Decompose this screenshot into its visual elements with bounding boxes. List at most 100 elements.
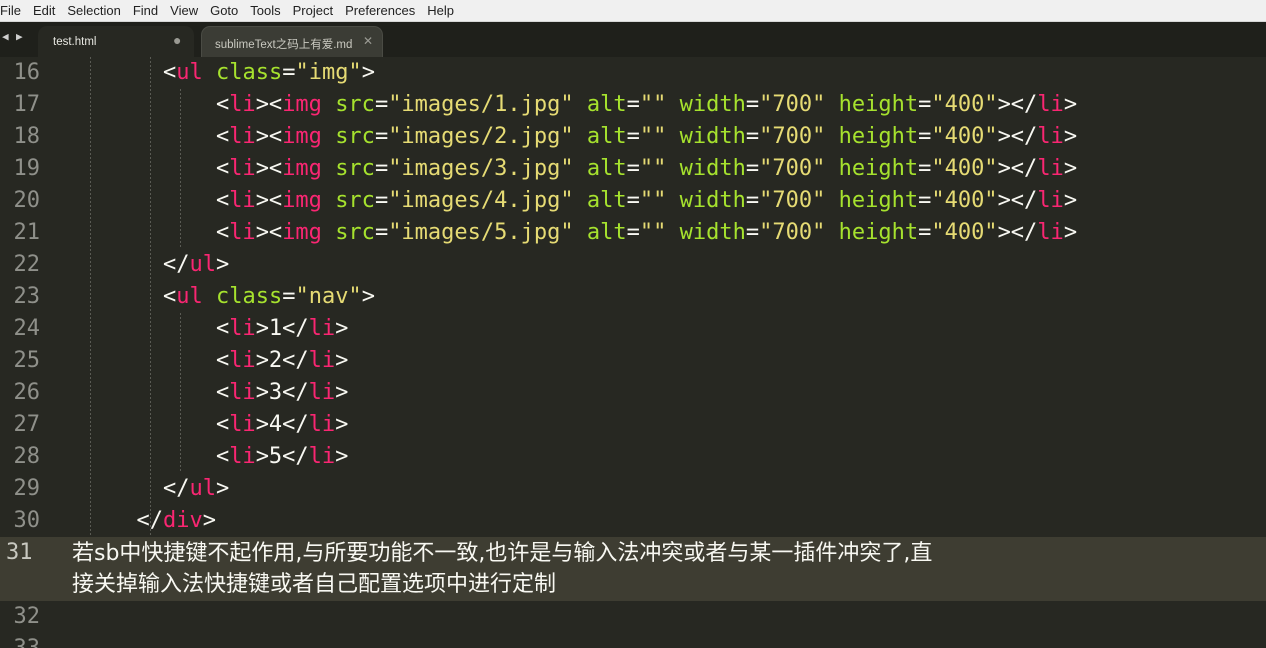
punct-token: </ (57, 508, 163, 533)
punct-token: = (745, 124, 760, 149)
tag-token: li (229, 220, 256, 245)
string-token: "img" (295, 60, 362, 85)
tag-token: img (282, 156, 322, 181)
code-line-31-a[interactable]: 若sb中快捷键不起作用,与所要功能不一致,也许是与输入法冲突或者与某一插件冲突了… (72, 538, 1262, 569)
punct-token: = (918, 156, 932, 181)
punct-token: = (374, 92, 389, 117)
tag-token: li (229, 348, 256, 373)
attr-token: alt (586, 188, 627, 213)
code-line[interactable]: </ul> (57, 249, 229, 281)
line-number: 29 (13, 476, 41, 501)
attr-token: alt (586, 92, 627, 117)
line-number: 28 (13, 444, 41, 469)
code-line[interactable]: <li>4</li> (57, 409, 348, 441)
code-line[interactable]: <li><img src="images/5.jpg" alt="" width… (57, 217, 1077, 249)
tab-label: test.html (53, 36, 97, 48)
string-token: "400" (931, 124, 998, 149)
punct-token (666, 156, 679, 181)
punct-token: = (745, 220, 760, 245)
string-token: "" (639, 220, 667, 245)
code-line[interactable]: <li>2</li> (57, 345, 348, 377)
punct-token: > (335, 316, 349, 341)
menu-item-view[interactable]: View (164, 0, 204, 21)
punct-token: > (335, 348, 349, 373)
menu-item-find[interactable]: Find (127, 0, 164, 21)
editor-area[interactable]: 161718192021222324252627282930313233 <ul… (0, 57, 1266, 648)
menu-item-preferences[interactable]: Preferences (339, 0, 421, 21)
tag-token: li (1037, 156, 1064, 181)
tag-token: li (308, 316, 336, 341)
tag-token: li (229, 124, 256, 149)
string-token: "700" (759, 124, 826, 149)
punct-token: ></ (997, 92, 1038, 117)
punct-token: = (626, 188, 640, 213)
menu-item-file[interactable]: File (0, 0, 27, 21)
code-line[interactable]: <li>1</li> (57, 313, 348, 345)
code-line[interactable]: <li><img src="images/2.jpg" alt="" width… (57, 121, 1077, 153)
tag-token: li (229, 444, 256, 469)
punct-token: > (1063, 92, 1078, 117)
string-token: "400" (931, 188, 998, 213)
attr-token: alt (586, 156, 627, 181)
code-line[interactable]: <ul class="img"> (57, 57, 375, 89)
code-line[interactable]: </div> (57, 505, 216, 537)
punct-token: < (57, 380, 230, 405)
punct-token (322, 156, 335, 181)
tag-token: img (282, 188, 322, 213)
punct-token: > (361, 60, 375, 85)
line-number: 20 (13, 188, 41, 213)
tab-sublimetext-md[interactable]: sublimeText之码上有爱.md ✕ (201, 26, 383, 57)
menu-item-project[interactable]: Project (287, 0, 339, 21)
code-line[interactable]: <li><img src="images/4.jpg" alt="" width… (57, 185, 1077, 217)
code-line-31-b[interactable]: 接关掉输入法快捷键或者自己配置选项中进行定制 (72, 569, 1262, 600)
attr-token: height (838, 220, 919, 245)
code-line[interactable]: <ul class="nav"> (57, 281, 375, 313)
string-token: "700" (759, 188, 826, 213)
tag-token: li (1037, 188, 1064, 213)
line-number: 30 (13, 508, 41, 533)
menu-item-selection[interactable]: Selection (61, 0, 126, 21)
line-number: 16 (13, 60, 41, 85)
punct-token: = (626, 156, 640, 181)
punct-token (574, 188, 587, 213)
menu-item-goto[interactable]: Goto (204, 0, 244, 21)
dot-icon[interactable]: ● (173, 32, 181, 48)
punct-token: > (335, 380, 349, 405)
attr-token: src (335, 156, 375, 181)
punct-token (203, 284, 216, 309)
punct-token: = (918, 188, 932, 213)
menu-item-tools[interactable]: Tools (244, 0, 286, 21)
attr-token: width (679, 220, 746, 245)
punct-token: = (626, 220, 640, 245)
punct-token (574, 156, 587, 181)
tag-token: div (162, 508, 203, 533)
code-line[interactable]: <li><img src="images/3.jpg" alt="" width… (57, 153, 1077, 185)
punct-token (666, 92, 679, 117)
indent-guide (180, 313, 181, 473)
punct-token (825, 220, 838, 245)
attr-token: class (215, 60, 283, 85)
line-number: 32 (13, 604, 41, 629)
code-line[interactable]: <li><img src="images/1.jpg" alt="" width… (57, 89, 1077, 121)
punct-token: > (215, 476, 230, 501)
punct-token: >< (255, 92, 283, 117)
close-icon[interactable]: ✕ (363, 34, 373, 48)
menu-item-edit[interactable]: Edit (27, 0, 61, 21)
punct-token: </ (57, 252, 190, 277)
code-line[interactable]: </ul> (57, 473, 229, 505)
code-line[interactable]: <li>5</li> (57, 441, 348, 473)
punct-token: > (1063, 188, 1078, 213)
punct-token: >< (255, 188, 283, 213)
line-number: 27 (13, 412, 41, 437)
tag-token: li (229, 316, 256, 341)
punct-token: >4</ (255, 412, 309, 437)
menu-item-help[interactable]: Help (421, 0, 460, 21)
chevron-right-icon[interactable]: ▶ (16, 30, 23, 43)
punct-token: < (57, 92, 230, 117)
tag-token: ul (176, 60, 203, 85)
punct-token: >1</ (255, 316, 309, 341)
code-line[interactable]: <li>3</li> (57, 377, 348, 409)
chevron-left-icon[interactable]: ◀ (2, 30, 9, 43)
punct-token: < (57, 412, 230, 437)
tab-test-html[interactable]: test.html ● (38, 26, 194, 57)
